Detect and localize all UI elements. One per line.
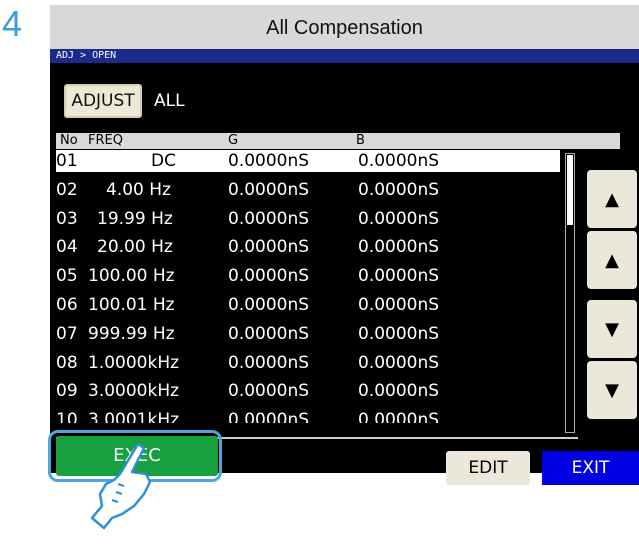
cell-g: 0.0000nS bbox=[228, 295, 310, 315]
step-number: 4 bbox=[2, 3, 23, 44]
adjust-button[interactable]: ADJUST bbox=[64, 84, 142, 118]
pointing-hand-icon bbox=[90, 442, 152, 530]
table-row[interactable]: 02 4.00 Hz 0.0000nS 0.0000nS bbox=[56, 179, 560, 201]
table-row[interactable]: 05 100.00 Hz 0.0000nS 0.0000nS bbox=[56, 265, 560, 287]
cell-g: 0.0000nS bbox=[228, 237, 310, 258]
line-down-icon: ▼ bbox=[605, 318, 619, 340]
line-down-button[interactable]: ▼ bbox=[587, 300, 637, 358]
breadcrumb: ADJ > OPEN bbox=[50, 49, 639, 63]
cell-g: 0.0000nS bbox=[228, 352, 310, 373]
cell-freq: 4.00 Hz bbox=[106, 179, 171, 200]
cell-b: 0.0000nS bbox=[358, 151, 440, 171]
cell-no: 02 bbox=[56, 179, 78, 200]
column-freq: FREQ bbox=[88, 133, 123, 148]
cell-no: 10 bbox=[56, 410, 78, 424]
cell-no: 04 bbox=[56, 237, 78, 258]
page-up-icon: ▲ bbox=[605, 188, 619, 210]
cell-freq: 3.0001kHz bbox=[88, 410, 180, 424]
adjust-value: ALL bbox=[154, 91, 185, 111]
cell-g: 0.0000nS bbox=[228, 410, 310, 424]
cell-no: 05 bbox=[56, 266, 78, 287]
exit-button[interactable]: EXIT bbox=[542, 451, 639, 485]
cell-no: 08 bbox=[56, 352, 78, 373]
cell-freq: 100.01 Hz bbox=[88, 295, 175, 315]
line-up-icon: ▲ bbox=[605, 249, 619, 271]
cell-b: 0.0000nS bbox=[358, 381, 440, 402]
cell-b: 0.0000nS bbox=[358, 266, 440, 287]
table-header: No FREQ G B bbox=[56, 133, 620, 149]
cell-b: 0.0000nS bbox=[358, 179, 440, 200]
cell-no: 06 bbox=[56, 295, 78, 315]
cell-freq: 3.0000kHz bbox=[88, 381, 180, 402]
cell-g: 0.0000nS bbox=[228, 381, 310, 402]
column-no: No bbox=[60, 133, 78, 148]
cell-no: 03 bbox=[56, 208, 78, 229]
cell-b: 0.0000nS bbox=[358, 295, 440, 315]
cell-no: 09 bbox=[56, 381, 78, 402]
cell-g: 0.0000nS bbox=[228, 179, 310, 200]
cell-freq: 1.0000kHz bbox=[88, 352, 180, 373]
table-row[interactable]: 09 3.0000kHz 0.0000nS 0.0000nS bbox=[56, 380, 560, 402]
compensation-table: 01 DC 0.0000nS 0.0000nS 02 4.00 Hz 0.0000nS 0.0… bbox=[56, 150, 568, 437]
table-row[interactable]: 08 1.0000kHz 0.0000nS 0.0000nS bbox=[56, 352, 560, 374]
cell-no: 07 bbox=[56, 323, 78, 344]
cell-g: 0.0000nS bbox=[228, 266, 310, 287]
cell-b: 0.0000nS bbox=[358, 352, 440, 373]
scrollbar[interactable] bbox=[565, 153, 575, 433]
table-row[interactable]: 01 DC 0.0000nS 0.0000nS bbox=[56, 150, 560, 172]
edit-button[interactable]: EDIT bbox=[446, 451, 530, 485]
cell-freq: 20.00 Hz bbox=[97, 237, 173, 258]
table-row[interactable]: 10 3.0001kHz 0.0000nS 0.0000nS bbox=[56, 409, 560, 423]
cell-g: 0.0000nS bbox=[228, 323, 310, 344]
cell-b: 0.0000nS bbox=[358, 208, 440, 229]
instrument-screen: ADJ > OPEN ADJUST ALL No FREQ G B 01 DC 0.… bbox=[48, 49, 639, 485]
table-row[interactable]: 06 100.01 Hz 0.0000nS 0.0000nS bbox=[56, 294, 560, 316]
cell-freq: 999.99 Hz bbox=[88, 323, 175, 344]
page-up-button[interactable]: ▲ bbox=[587, 170, 637, 228]
page-down-icon: ▼ bbox=[605, 379, 619, 401]
page-down-button[interactable]: ▼ bbox=[587, 361, 637, 419]
column-b: B bbox=[356, 133, 365, 148]
cell-freq: 19.99 Hz bbox=[97, 208, 173, 229]
cell-b: 0.0000nS bbox=[358, 410, 440, 424]
line-up-button[interactable]: ▲ bbox=[587, 231, 637, 289]
cell-freq: DC bbox=[151, 151, 176, 171]
cell-b: 0.0000nS bbox=[358, 323, 440, 344]
cell-no: 01 bbox=[56, 151, 78, 171]
table-row[interactable]: 07 999.99 Hz 0.0000nS 0.0000nS bbox=[56, 323, 560, 345]
scrollbar-thumb[interactable] bbox=[567, 155, 573, 225]
table-row[interactable]: 03 19.99 Hz 0.0000nS 0.0000nS bbox=[56, 208, 560, 230]
cell-freq: 100.00 Hz bbox=[88, 266, 175, 287]
column-g: G bbox=[228, 133, 239, 148]
cell-g: 0.0000nS bbox=[228, 208, 310, 229]
table-row[interactable]: 04 20.00 Hz 0.0000nS 0.0000nS bbox=[56, 236, 560, 258]
cell-b: 0.0000nS bbox=[358, 237, 440, 258]
page-title: All Compensation bbox=[50, 5, 639, 49]
cell-g: 0.0000nS bbox=[228, 151, 310, 171]
